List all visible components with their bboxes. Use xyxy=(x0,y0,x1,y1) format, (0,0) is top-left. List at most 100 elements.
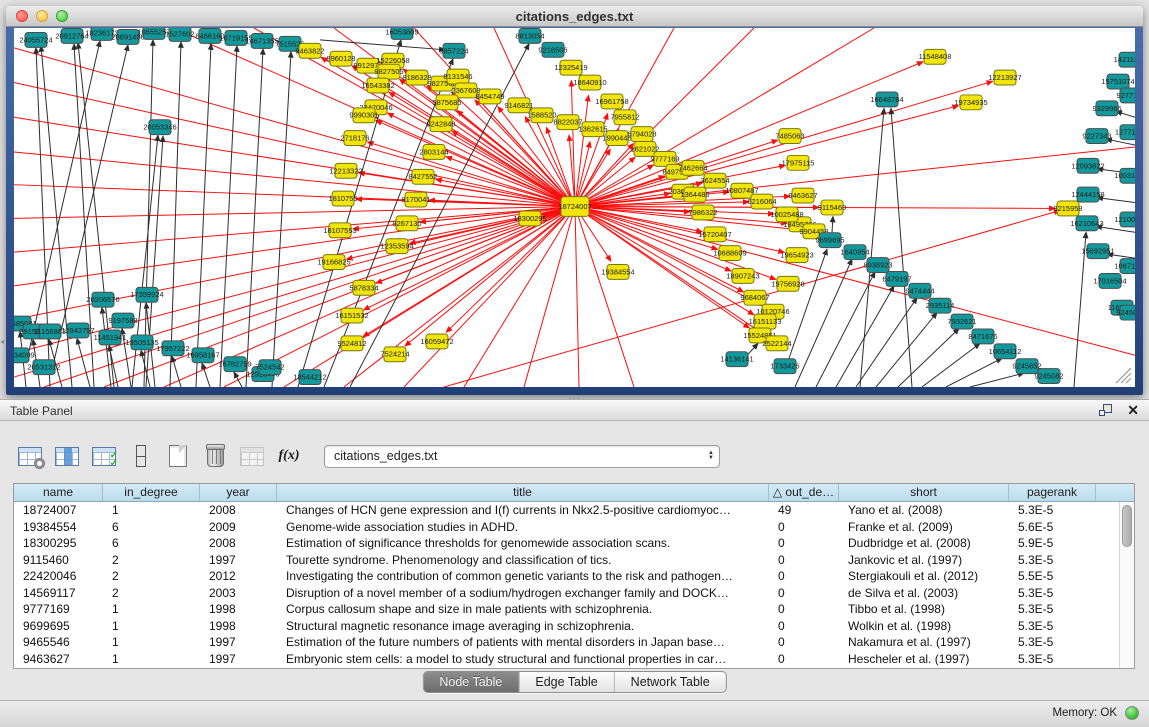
float-panel-icon[interactable] xyxy=(1099,404,1113,417)
delete-table-icon xyxy=(240,447,264,466)
window-title: citations_edges.txt xyxy=(6,9,1143,24)
graph-node-label: 10654112 xyxy=(989,347,1022,356)
network-table-selector[interactable]: citations_edges.txt ▲▼ xyxy=(324,445,720,468)
application-window: citations_edges.txt 240557242091276418 xyxy=(0,0,1149,727)
network-canvas[interactable]: 2405572420912764182361732089140610655257… xyxy=(14,28,1135,387)
node-table: namein_degreeyeartitle△ out_de…shortpage… xyxy=(13,483,1135,669)
table-cell: 1 xyxy=(103,651,200,668)
table-type-tabs: Node TableEdge TableNetwork Table xyxy=(422,671,726,693)
graph-node-label: 17359924 xyxy=(130,290,163,299)
side-panel-collapse-arrow[interactable]: ◂ xyxy=(0,336,6,348)
graph-node-label: 9218506 xyxy=(538,45,567,54)
column-header-short[interactable]: short xyxy=(839,484,1009,501)
table-row[interactable]: 1830029562008Estimation of significance … xyxy=(14,535,1119,552)
graph-node-label: 10031237 xyxy=(1114,171,1135,180)
window-titlebar[interactable]: citations_edges.txt xyxy=(6,6,1143,27)
graph-node-label: 6479197 xyxy=(882,274,911,283)
table-cell: de Silva et al. (2003) xyxy=(839,585,1009,602)
table-cell: Embryonic stem cells: a model to study s… xyxy=(277,651,769,668)
status-bar: Memory: OK xyxy=(0,700,1149,727)
table-row[interactable]: 946554611997Estimation of the future num… xyxy=(14,634,1119,651)
graph-node-label: 9684067 xyxy=(740,293,769,302)
column-header-out_de[interactable]: △ out_de… xyxy=(769,484,839,501)
table-cell: 22420046 xyxy=(14,568,103,585)
graph-node-label: 19166825 xyxy=(317,258,350,267)
graph-node-label: 12100453 xyxy=(1114,215,1135,224)
table-row[interactable]: 946362711997Embryonic stem cells: a mode… xyxy=(14,651,1119,668)
graph-node-label: 16151532 xyxy=(335,311,368,320)
graph-node-label: 18544212 xyxy=(293,373,326,382)
table-row[interactable]: 1456911722003Disruption of a novel membe… xyxy=(14,585,1119,602)
graph-node-label: 9777169 xyxy=(650,154,679,163)
graph-node-label: 16961758 xyxy=(595,97,628,106)
graph-node-label: 17016504 xyxy=(1093,276,1126,285)
table-header-row: namein_degreeyeartitle△ out_de…shortpage… xyxy=(14,484,1134,502)
table-cell: 1997 xyxy=(200,552,277,569)
graph-node-label: 16782759 xyxy=(218,360,251,369)
graph-node-label: 16648784 xyxy=(870,95,903,104)
graph-node-label: 20912764 xyxy=(55,31,88,40)
function-builder-button[interactable]: f(x) xyxy=(275,442,303,470)
graph-node-label: 14211382 xyxy=(1114,55,1135,64)
new-document-icon xyxy=(169,445,187,467)
graph-node-label: 17975115 xyxy=(782,158,815,167)
delete-column-button[interactable] xyxy=(201,442,229,470)
table-row[interactable]: 977716911998Corpus callosum shape and si… xyxy=(14,601,1119,618)
table-row[interactable]: 2242004622012Investigating the contribut… xyxy=(14,568,1119,585)
table-cell: 6 xyxy=(103,535,200,552)
graph-node-label: 10688609 xyxy=(713,249,746,258)
table-panel-body: ✓✓ f(x) citations_edges.txt ▲▼ namein_de… xyxy=(0,422,1149,700)
table-cell: 1 xyxy=(103,601,200,618)
table-cell: 2008 xyxy=(200,535,277,552)
tab-node-table[interactable]: Node Table xyxy=(423,672,519,692)
graph-node-label: 9463627 xyxy=(788,191,817,200)
new-table-button[interactable] xyxy=(164,442,192,470)
table-cell: 0 xyxy=(769,568,839,585)
table-row[interactable]: 1872400712008Changes of HCN gene express… xyxy=(14,502,1119,519)
column-header-name[interactable]: name xyxy=(14,484,103,501)
table-cell: Structural magnetic resonance image aver… xyxy=(277,618,769,635)
table-cell: 18724007 xyxy=(14,502,103,519)
graph-node-label: 12213927 xyxy=(988,73,1021,82)
table-row[interactable]: 911546021997Tourette syndrome. Phenomeno… xyxy=(14,552,1119,569)
column-header-title[interactable]: title xyxy=(277,484,769,501)
table-cell: 5.3E-5 xyxy=(1009,651,1096,668)
graph-node-label: 16059472 xyxy=(420,337,453,346)
table-cell: 1 xyxy=(103,618,200,635)
graph-node-label: 9857224 xyxy=(439,46,468,55)
tab-network-table[interactable]: Network Table xyxy=(615,672,726,692)
graph-node-label: 1810755 xyxy=(328,194,357,203)
graph-node-label: 9197588 xyxy=(108,316,137,325)
table-row[interactable]: 969969511998Structural magnetic resonanc… xyxy=(14,618,1119,635)
import-table-button[interactable]: ✓✓ xyxy=(90,442,118,470)
canvas-resize-grip[interactable] xyxy=(1116,368,1131,383)
graph-node-label: 7524542 xyxy=(255,363,284,372)
memory-status-indicator[interactable] xyxy=(1125,706,1139,720)
table-cell: 14569117 xyxy=(14,585,103,602)
column-header-in_degree[interactable]: in_degree xyxy=(103,484,200,501)
network-table-selector-value: citations_edges.txt xyxy=(334,449,438,463)
table-cell: Estimation of the future numbers of pati… xyxy=(277,634,769,651)
scrollbar-thumb[interactable] xyxy=(1122,505,1132,547)
close-panel-icon[interactable]: ✕ xyxy=(1127,403,1139,417)
table-cell: 5.3E-5 xyxy=(1009,601,1096,618)
column-header-pagerank[interactable]: pagerank xyxy=(1009,484,1096,501)
table-cell: 1998 xyxy=(200,601,277,618)
tab-edge-table[interactable]: Edge Table xyxy=(519,672,614,692)
table-cell: 5.5E-5 xyxy=(1009,568,1096,585)
graph-node-label: 15692951 xyxy=(1081,247,1114,256)
table-cell: 0 xyxy=(769,535,839,552)
table-cell: 0 xyxy=(769,618,839,635)
table-cell: 2003 xyxy=(200,585,277,602)
table-cell: 0 xyxy=(769,519,839,536)
column-header-year[interactable]: year xyxy=(200,484,277,501)
row-height-button[interactable] xyxy=(127,442,155,470)
show-columns-button[interactable] xyxy=(53,442,81,470)
table-row[interactable]: 1938455462009Genome-wide association stu… xyxy=(14,519,1119,536)
graph-node-label: 7955812 xyxy=(610,113,639,122)
table-scrollbar[interactable] xyxy=(1119,502,1134,668)
table-settings-button[interactable] xyxy=(16,442,44,470)
table-cell: 9465546 xyxy=(14,634,103,651)
table-cell: Franke et al. (2009) xyxy=(839,519,1009,536)
table-cell: Changes of HCN gene expression and I(f) … xyxy=(277,502,769,519)
